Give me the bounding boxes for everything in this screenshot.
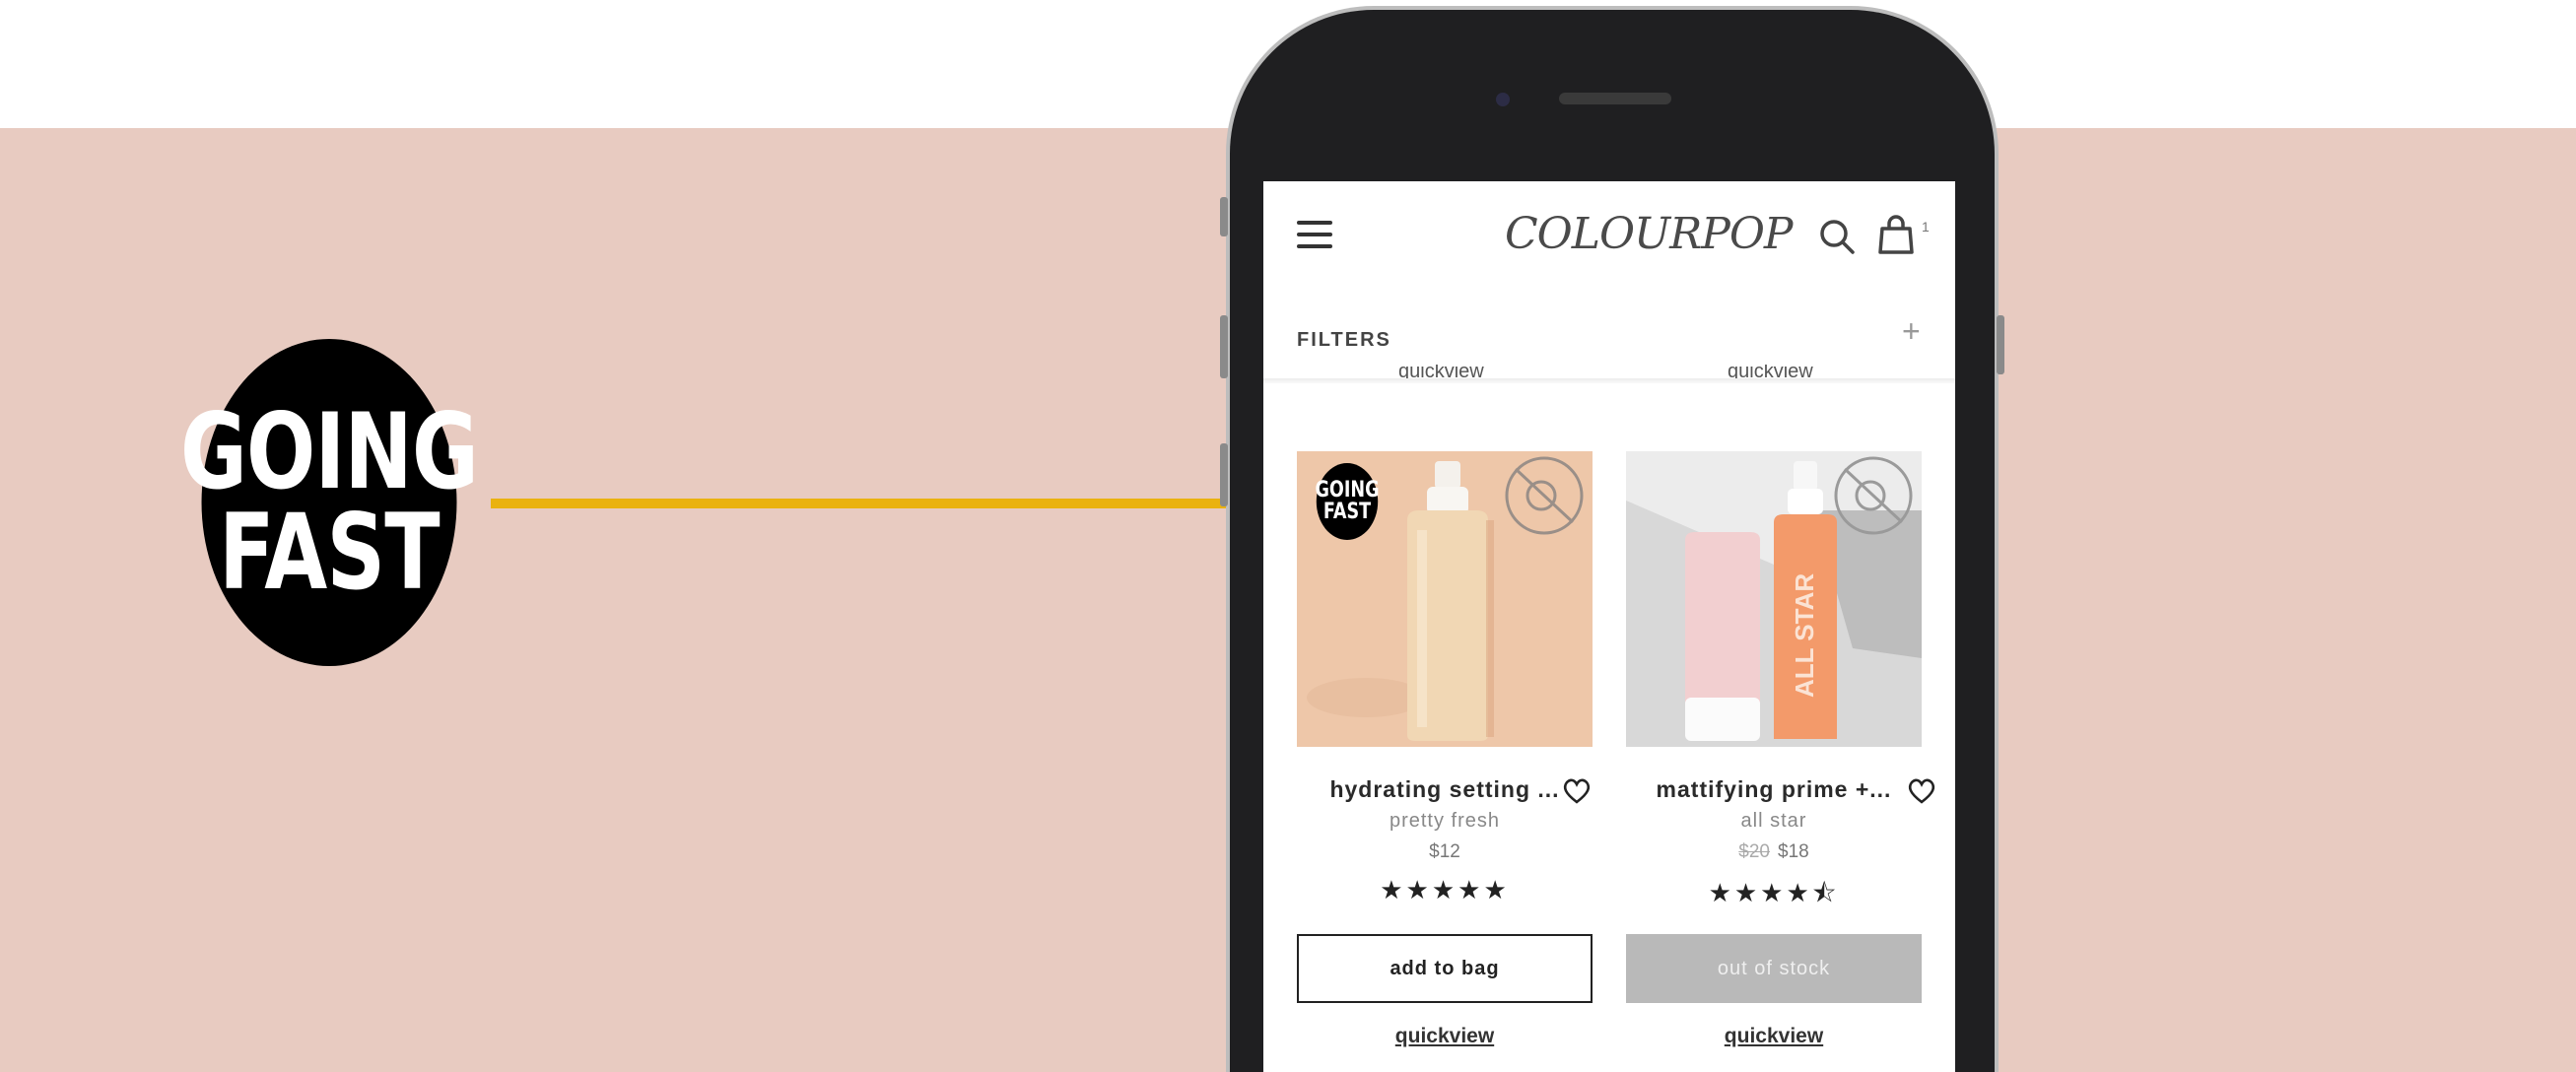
search-icon[interactable] [1817,217,1857,256]
product-collection: all star [1740,810,1807,832]
badge-line-2: FAST [219,492,441,613]
small-badge-line-1: GOING [1315,478,1380,502]
product-image[interactable]: ALL STAR [1626,451,1922,747]
quickview-link-prev-1[interactable]: quickview [1398,365,1484,378]
oil-free-icon [1505,456,1584,535]
product-price: $20 $18 [1626,841,1922,863]
wishlist-heart-icon[interactable] [1561,774,1593,806]
badge-line-1: GOING [179,391,479,512]
small-badge-line-2: FAST [1322,500,1372,524]
sale-price: $18 [1778,841,1809,862]
front-camera [1496,93,1510,106]
volume-up-button [1220,315,1228,378]
oil-free-icon [1834,456,1913,535]
brand-logo[interactable]: COLOURPOP [1505,205,1794,264]
shopping-bag-icon[interactable] [1878,215,1914,254]
quickview-link[interactable]: quickview [1297,1025,1593,1048]
product-name[interactable]: mattifying prime +... [1626,776,1922,803]
product-name[interactable]: hydrating setting ... [1297,776,1593,803]
product-image[interactable]: GOING FAST [1297,451,1593,747]
bottle-label-text: ALL STAR [1790,573,1819,698]
volume-down-button [1220,443,1228,506]
power-button [1997,315,2004,374]
callout-connector-line [491,499,1291,508]
product-price: $12 [1297,841,1593,863]
filters-divider [1263,378,1955,383]
filters-label[interactable]: FILTERS [1297,329,1391,352]
going-fast-badge: GOING FAST [180,339,479,666]
add-to-bag-button[interactable]: add to bag [1297,934,1593,1003]
wishlist-heart-icon[interactable] [1906,774,1937,806]
going-fast-small-badge: GOING FAST [1315,463,1380,540]
app-header: COLOURPOP 1 [1263,181,1955,290]
sale-price: $12 [1429,841,1460,862]
out-of-stock-button: out of stock [1626,934,1922,1003]
hamburger-menu-icon[interactable] [1297,221,1332,250]
mute-switch [1220,197,1228,236]
earpiece-speaker [1559,93,1671,104]
phone-screen: COLOURPOP 1 FILTERS + quickview quickvie… [1263,181,1955,1072]
quickview-link-prev-2[interactable]: quickview [1728,365,1813,378]
original-price: $20 [1738,841,1770,862]
star-rating: ★★★★⯪ [1708,878,1840,907]
star-rating: ★★★★★ [1380,875,1510,904]
filters-expand-icon[interactable]: + [1902,313,1921,350]
cart-count-badge: 1 [1922,219,1930,234]
quickview-link[interactable]: quickview [1626,1025,1922,1048]
product-collection: pretty fresh [1389,810,1501,832]
